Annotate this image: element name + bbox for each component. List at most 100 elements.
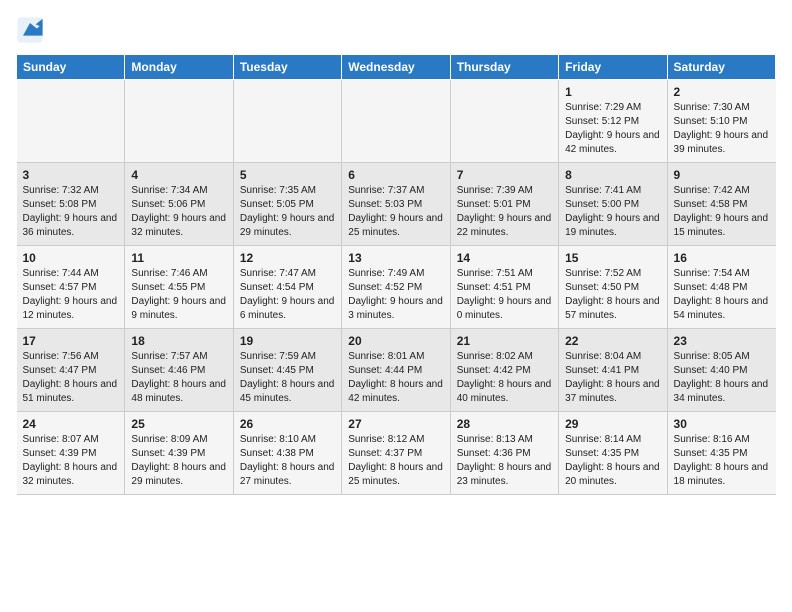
day-content: Sunrise: 8:10 AM Sunset: 4:38 PM Dayligh… [240, 433, 335, 489]
day-number: 29 [565, 417, 660, 431]
day-number: 28 [457, 417, 552, 431]
week-row-4: 17Sunrise: 7:56 AM Sunset: 4:47 PM Dayli… [17, 329, 776, 412]
day-content: Sunrise: 8:14 AM Sunset: 4:35 PM Dayligh… [565, 433, 660, 489]
day-content: Sunrise: 7:39 AM Sunset: 5:01 PM Dayligh… [457, 184, 552, 240]
calendar-cell: 7 Sunrise: 7:39 AM Sunset: 5:01 PM Daylig… [450, 163, 558, 246]
calendar-cell: 3Sunrise: 7:32 AM Sunset: 5:08 PM Daylig… [17, 163, 125, 246]
week-row-3: 10 Sunrise: 7:44 AM Sunset: 4:57 PM Dayli… [17, 246, 776, 329]
calendar-cell: 5Sunrise: 7:35 AM Sunset: 5:05 PM Daylig… [233, 163, 341, 246]
day-number: 18 [131, 334, 226, 348]
day-number: 8 [565, 168, 660, 182]
calendar-cell: 18 Sunrise: 7:57 AM Sunset: 4:46 PM Dayli… [125, 329, 233, 412]
day-number: 7 [457, 168, 552, 182]
day-content: Sunrise: 7:47 AM Sunset: 4:54 PM Dayligh… [240, 267, 335, 323]
calendar-cell: 12 Sunrise: 7:47 AM Sunset: 4:54 PM Dayli… [233, 246, 341, 329]
day-content: Sunrise: 7:30 AM Sunset: 5:10 PM Dayligh… [674, 101, 770, 157]
calendar-cell: 26 Sunrise: 8:10 AM Sunset: 4:38 PM Dayli… [233, 412, 341, 495]
day-content: Sunrise: 7:34 AM Sunset: 5:06 PM Dayligh… [131, 184, 226, 240]
header [16, 16, 776, 44]
calendar-cell: 6 Sunrise: 7:37 AM Sunset: 5:03 PM Daylig… [342, 163, 450, 246]
day-content: Sunrise: 8:13 AM Sunset: 4:36 PM Dayligh… [457, 433, 552, 489]
calendar-cell: 15 Sunrise: 7:52 AM Sunset: 4:50 PM Dayli… [559, 246, 667, 329]
header-cell-monday: Monday [125, 55, 233, 80]
day-number: 2 [674, 85, 770, 99]
day-content: Sunrise: 8:09 AM Sunset: 4:39 PM Dayligh… [131, 433, 226, 489]
calendar-body: 1Sunrise: 7:29 AM Sunset: 5:12 PM Daylig… [17, 80, 776, 495]
day-number: 10 [23, 251, 119, 265]
calendar-cell: 27Sunrise: 8:12 AM Sunset: 4:37 PM Dayli… [342, 412, 450, 495]
day-content: Sunrise: 8:02 AM Sunset: 4:42 PM Dayligh… [457, 350, 552, 406]
calendar-cell [233, 80, 341, 163]
page: SundayMondayTuesdayWednesdayThursdayFrid… [0, 0, 792, 505]
logo [16, 16, 48, 44]
day-content: Sunrise: 7:29 AM Sunset: 5:12 PM Dayligh… [565, 101, 660, 157]
day-number: 9 [674, 168, 770, 182]
day-content: Sunrise: 8:12 AM Sunset: 4:37 PM Dayligh… [348, 433, 443, 489]
day-content: Sunrise: 8:16 AM Sunset: 4:35 PM Dayligh… [674, 433, 770, 489]
calendar-table: SundayMondayTuesdayWednesdayThursdayFrid… [16, 54, 776, 495]
day-number: 24 [23, 417, 119, 431]
header-row: SundayMondayTuesdayWednesdayThursdayFrid… [17, 55, 776, 80]
day-number: 20 [348, 334, 443, 348]
day-content: Sunrise: 7:42 AM Sunset: 4:58 PM Dayligh… [674, 184, 770, 240]
day-number: 3 [23, 168, 119, 182]
week-row-2: 3Sunrise: 7:32 AM Sunset: 5:08 PM Daylig… [17, 163, 776, 246]
day-content: Sunrise: 8:05 AM Sunset: 4:40 PM Dayligh… [674, 350, 770, 406]
day-content: Sunrise: 7:51 AM Sunset: 4:51 PM Dayligh… [457, 267, 552, 323]
calendar-cell: 13 Sunrise: 7:49 AM Sunset: 4:52 PM Dayli… [342, 246, 450, 329]
calendar-cell: 8 Sunrise: 7:41 AM Sunset: 5:00 PM Daylig… [559, 163, 667, 246]
day-content: Sunrise: 8:07 AM Sunset: 4:39 PM Dayligh… [23, 433, 119, 489]
calendar-cell: 9 Sunrise: 7:42 AM Sunset: 4:58 PM Daylig… [667, 163, 775, 246]
header-cell-sunday: Sunday [17, 55, 125, 80]
day-content: Sunrise: 7:57 AM Sunset: 4:46 PM Dayligh… [131, 350, 226, 406]
calendar-cell [342, 80, 450, 163]
header-cell-saturday: Saturday [667, 55, 775, 80]
calendar-cell: 21 Sunrise: 8:02 AM Sunset: 4:42 PM Dayli… [450, 329, 558, 412]
calendar-cell: 20 Sunrise: 8:01 AM Sunset: 4:44 PM Dayli… [342, 329, 450, 412]
calendar-cell [125, 80, 233, 163]
week-row-5: 24 Sunrise: 8:07 AM Sunset: 4:39 PM Dayli… [17, 412, 776, 495]
day-number: 6 [348, 168, 443, 182]
day-content: Sunrise: 7:49 AM Sunset: 4:52 PM Dayligh… [348, 267, 443, 323]
calendar-cell: 17Sunrise: 7:56 AM Sunset: 4:47 PM Dayli… [17, 329, 125, 412]
calendar-cell: 22 Sunrise: 8:04 AM Sunset: 4:41 PM Dayli… [559, 329, 667, 412]
day-number: 22 [565, 334, 660, 348]
day-content: Sunrise: 7:52 AM Sunset: 4:50 PM Dayligh… [565, 267, 660, 323]
day-number: 15 [565, 251, 660, 265]
header-cell-thursday: Thursday [450, 55, 558, 80]
day-number: 13 [348, 251, 443, 265]
calendar-cell: 2 Sunrise: 7:30 AM Sunset: 5:10 PM Daylig… [667, 80, 775, 163]
day-number: 26 [240, 417, 335, 431]
day-content: Sunrise: 8:04 AM Sunset: 4:41 PM Dayligh… [565, 350, 660, 406]
day-number: 21 [457, 334, 552, 348]
header-cell-friday: Friday [559, 55, 667, 80]
calendar-cell: 1Sunrise: 7:29 AM Sunset: 5:12 PM Daylig… [559, 80, 667, 163]
calendar-cell: 28 Sunrise: 8:13 AM Sunset: 4:36 PM Dayli… [450, 412, 558, 495]
calendar-header: SundayMondayTuesdayWednesdayThursdayFrid… [17, 55, 776, 80]
day-content: Sunrise: 8:01 AM Sunset: 4:44 PM Dayligh… [348, 350, 443, 406]
day-number: 12 [240, 251, 335, 265]
day-content: Sunrise: 7:54 AM Sunset: 4:48 PM Dayligh… [674, 267, 770, 323]
calendar-cell: 4Sunrise: 7:34 AM Sunset: 5:06 PM Daylig… [125, 163, 233, 246]
header-cell-wednesday: Wednesday [342, 55, 450, 80]
day-number: 30 [674, 417, 770, 431]
calendar-cell: 25 Sunrise: 8:09 AM Sunset: 4:39 PM Dayli… [125, 412, 233, 495]
day-content: Sunrise: 7:41 AM Sunset: 5:00 PM Dayligh… [565, 184, 660, 240]
day-content: Sunrise: 7:56 AM Sunset: 4:47 PM Dayligh… [23, 350, 119, 406]
day-number: 23 [674, 334, 770, 348]
day-content: Sunrise: 7:46 AM Sunset: 4:55 PM Dayligh… [131, 267, 226, 323]
calendar-cell: 24 Sunrise: 8:07 AM Sunset: 4:39 PM Dayli… [17, 412, 125, 495]
logo-icon [16, 16, 44, 44]
day-content: Sunrise: 7:35 AM Sunset: 5:05 PM Dayligh… [240, 184, 335, 240]
calendar-cell: 23 Sunrise: 8:05 AM Sunset: 4:40 PM Dayli… [667, 329, 775, 412]
day-number: 25 [131, 417, 226, 431]
calendar-cell [17, 80, 125, 163]
calendar-cell: 30 Sunrise: 8:16 AM Sunset: 4:35 PM Dayli… [667, 412, 775, 495]
calendar-cell: 14Sunrise: 7:51 AM Sunset: 4:51 PM Dayli… [450, 246, 558, 329]
calendar-cell: 10 Sunrise: 7:44 AM Sunset: 4:57 PM Dayli… [17, 246, 125, 329]
calendar-cell: 16Sunrise: 7:54 AM Sunset: 4:48 PM Dayli… [667, 246, 775, 329]
day-content: Sunrise: 7:44 AM Sunset: 4:57 PM Dayligh… [23, 267, 119, 323]
day-content: Sunrise: 7:59 AM Sunset: 4:45 PM Dayligh… [240, 350, 335, 406]
day-number: 19 [240, 334, 335, 348]
day-content: Sunrise: 7:37 AM Sunset: 5:03 PM Dayligh… [348, 184, 443, 240]
